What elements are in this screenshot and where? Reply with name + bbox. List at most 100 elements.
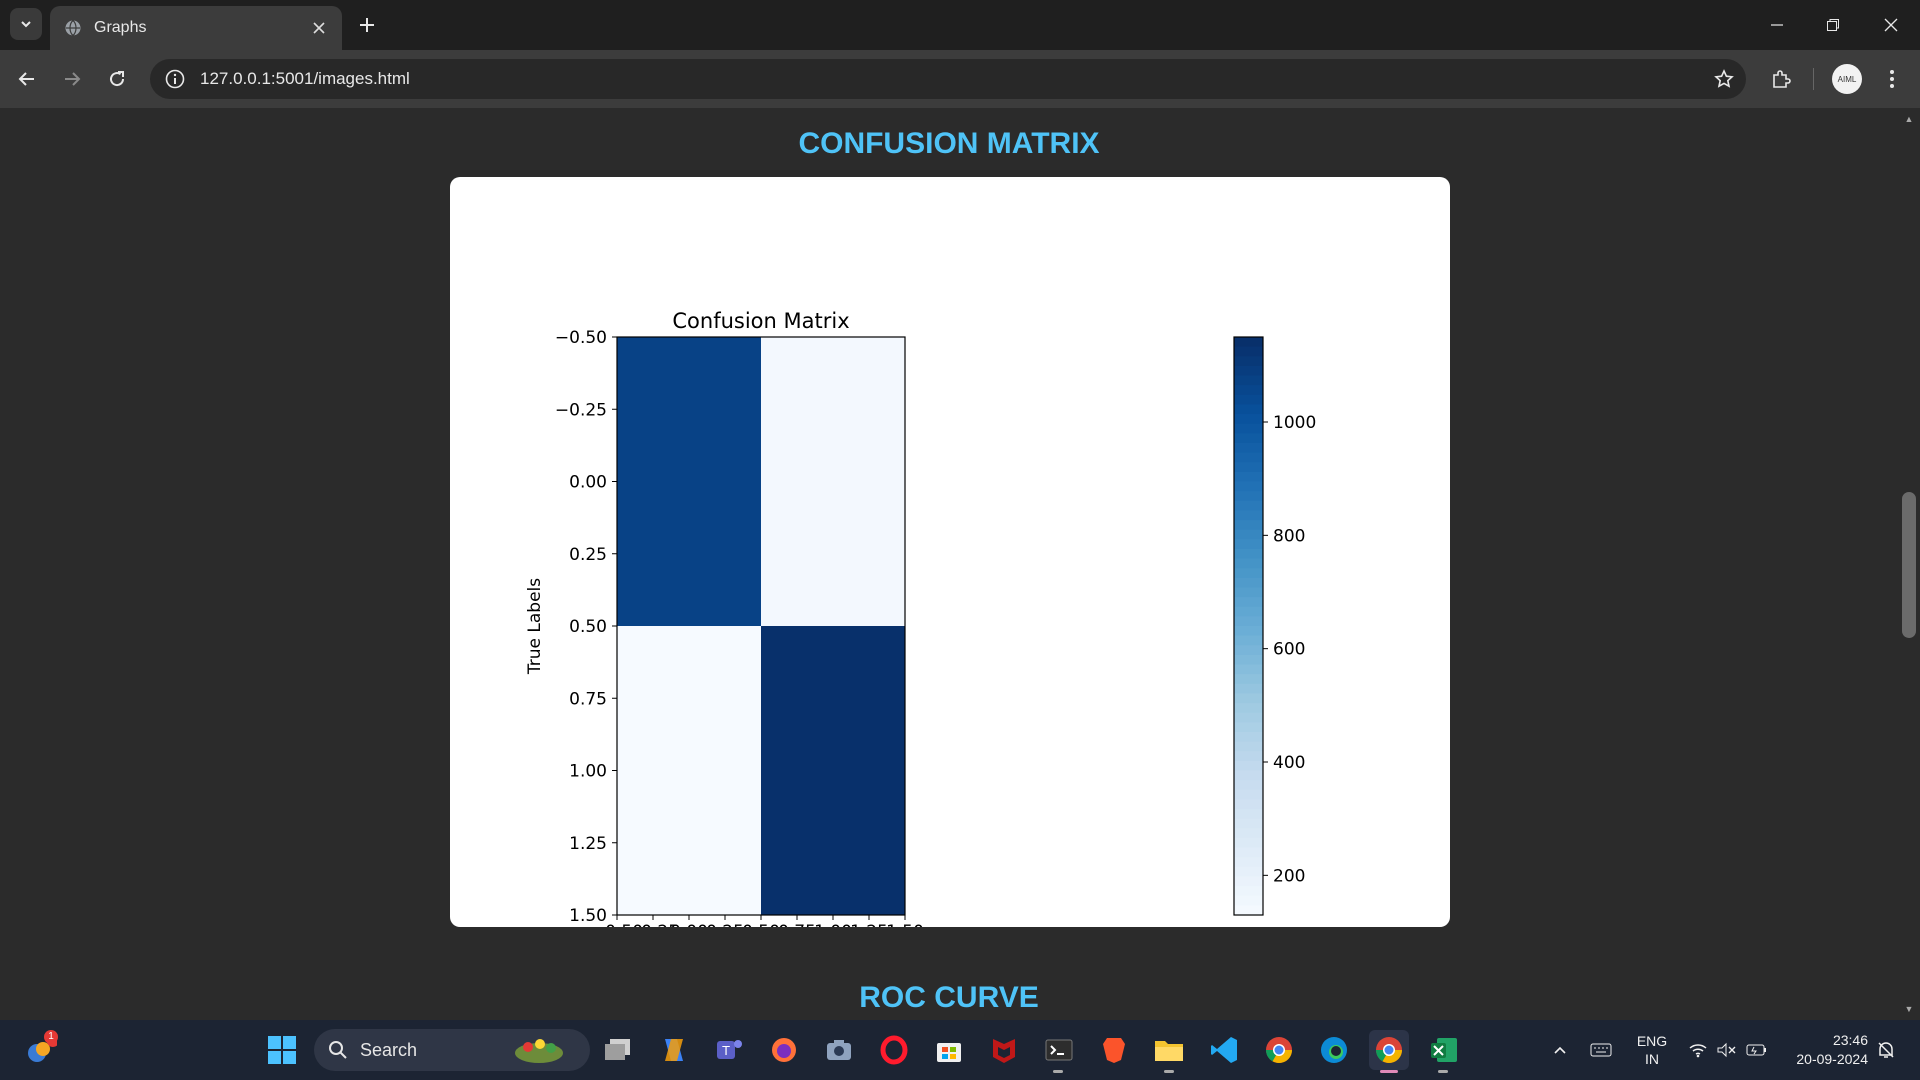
heatmap-cell [761, 626, 905, 915]
camera-icon[interactable] [819, 1030, 859, 1070]
file-explorer-icon[interactable] [1149, 1030, 1189, 1070]
x-tick-label: 1.00 [814, 922, 852, 927]
brave-icon[interactable] [1094, 1030, 1134, 1070]
minimize-icon [1771, 24, 1783, 26]
colorbar-segment [1234, 510, 1263, 521]
plus-icon [360, 18, 374, 32]
colorbar-tick-label: 1000 [1273, 413, 1316, 433]
colorbar-segment [1234, 481, 1263, 492]
new-tab-button[interactable] [352, 10, 382, 40]
keyboard-icon[interactable] [1590, 1020, 1612, 1080]
vscode-icon[interactable] [1204, 1030, 1244, 1070]
forward-button[interactable] [54, 61, 90, 97]
colorbar-segment [1234, 789, 1263, 800]
colorbar-tick-label: 400 [1273, 753, 1305, 773]
clock[interactable]: 23:46 20-09-2024 [1784, 1020, 1868, 1080]
copilot-icon[interactable] [654, 1030, 694, 1070]
volume-muted-icon[interactable] [1716, 1020, 1738, 1080]
browser-toolbar: 127.0.0.1:5001/images.html [0, 50, 1920, 108]
extensions-icon[interactable] [1763, 61, 1799, 97]
y-tick-label: 1.00 [569, 762, 607, 782]
page-viewport: CONFUSION MATRIX −0.50 −0.25 0.00 0.25 0.50 0… [0, 108, 1898, 1020]
firefox-icon[interactable] [764, 1030, 804, 1070]
close-icon [1884, 18, 1898, 32]
svg-text:T: T [721, 1044, 730, 1058]
colorbar-segment [1234, 866, 1263, 878]
task-view-icon[interactable] [598, 1030, 638, 1070]
colorbar-segment [1234, 683, 1263, 695]
toolbar-divider [1813, 68, 1814, 90]
y-tick-label: 1.25 [569, 834, 607, 854]
terminal-running-indicator [1053, 1070, 1063, 1073]
notifications-icon[interactable] [1876, 1020, 1896, 1080]
colorbar-segment [1234, 895, 1263, 906]
colorbar-segment [1234, 731, 1263, 743]
scrollbar-thumb[interactable] [1902, 492, 1916, 638]
x-tick-label: 1.50 [886, 922, 924, 927]
browser-title-bar: Graphs [0, 0, 1920, 50]
y-tick-label: −0.50 [555, 328, 607, 348]
teams-icon[interactable]: T [709, 1030, 749, 1070]
minimize-button[interactable] [1748, 0, 1806, 50]
colorbar-segment [1234, 616, 1263, 627]
taskbar-search[interactable]: Search [314, 1029, 590, 1071]
show-hidden-icons-button[interactable] [1552, 1020, 1568, 1080]
mcafee-icon[interactable] [984, 1030, 1024, 1070]
scroll-down-icon[interactable]: ▼ [1904, 1004, 1914, 1014]
colorbar-segment [1234, 809, 1263, 820]
chrome-active-icon[interactable] [1369, 1030, 1409, 1070]
colorbar-segment [1234, 587, 1263, 598]
tab-close-icon[interactable] [310, 19, 328, 37]
more-menu-icon[interactable] [1874, 61, 1910, 97]
colorbar-segment [1234, 905, 1263, 916]
globe-icon [65, 20, 81, 36]
x-tick-label: 0.75 [778, 922, 816, 927]
restore-button[interactable] [1804, 0, 1862, 50]
battery-icon[interactable] [1746, 1020, 1768, 1080]
colorbar-segment [1234, 626, 1263, 637]
colorbar-segment [1234, 577, 1263, 589]
colorbar-segment [1234, 375, 1263, 386]
confusion-matrix-chart: −0.50−0.250.000.250.500.751.001.251.50−0… [525, 309, 1316, 966]
colorbar-segment [1234, 635, 1263, 646]
back-button[interactable] [9, 61, 45, 97]
chrome-icon[interactable] [1259, 1030, 1299, 1070]
clock-date: 20-09-2024 [1796, 1051, 1868, 1067]
language-indicator[interactable]: ENG IN [1634, 1020, 1670, 1080]
y-tick-label: −0.25 [555, 400, 607, 420]
heatmap-cell [617, 626, 761, 915]
close-window-button[interactable] [1862, 0, 1920, 50]
colorbar-segment [1234, 674, 1263, 685]
colorbar-segment [1234, 606, 1263, 617]
colorbar-segment [1234, 654, 1263, 666]
y-tick-label: 0.50 [569, 617, 607, 637]
colorbar-segment [1234, 548, 1263, 560]
address-bar[interactable]: 127.0.0.1:5001/images.html [150, 59, 1746, 99]
edge-icon[interactable] [1314, 1030, 1354, 1070]
bookmark-star-icon[interactable] [1706, 61, 1742, 97]
x-tick-label: 0.00 [670, 922, 708, 927]
wifi-icon[interactable] [1688, 1020, 1708, 1080]
excel-running-indicator [1438, 1070, 1448, 1073]
reload-button[interactable] [99, 61, 135, 97]
notification-badge: 1 [44, 1030, 58, 1044]
windows-logo-icon [268, 1036, 296, 1064]
page-scrollbar[interactable]: ▲ ▼ [1898, 108, 1920, 1020]
colorbar-segment [1234, 365, 1263, 377]
colorbar-segment [1234, 558, 1263, 569]
colorbar-segment [1234, 500, 1263, 511]
profile-avatar[interactable]: AIML [1832, 64, 1862, 94]
colorbar-segment [1234, 423, 1263, 434]
browser-tab[interactable]: Graphs [50, 6, 342, 50]
tab-search-button[interactable] [10, 8, 42, 40]
microsoft-store-icon[interactable] [929, 1030, 969, 1070]
info-icon[interactable] [164, 68, 186, 90]
colorbar-segment [1234, 847, 1263, 858]
opera-icon[interactable] [874, 1030, 914, 1070]
excel-icon[interactable] [1424, 1030, 1464, 1070]
start-button[interactable] [262, 1030, 302, 1070]
terminal-icon[interactable] [1039, 1030, 1079, 1070]
colorbar-segment [1234, 414, 1263, 425]
colorbar-segment [1234, 491, 1263, 502]
scroll-up-icon[interactable]: ▲ [1904, 114, 1914, 124]
